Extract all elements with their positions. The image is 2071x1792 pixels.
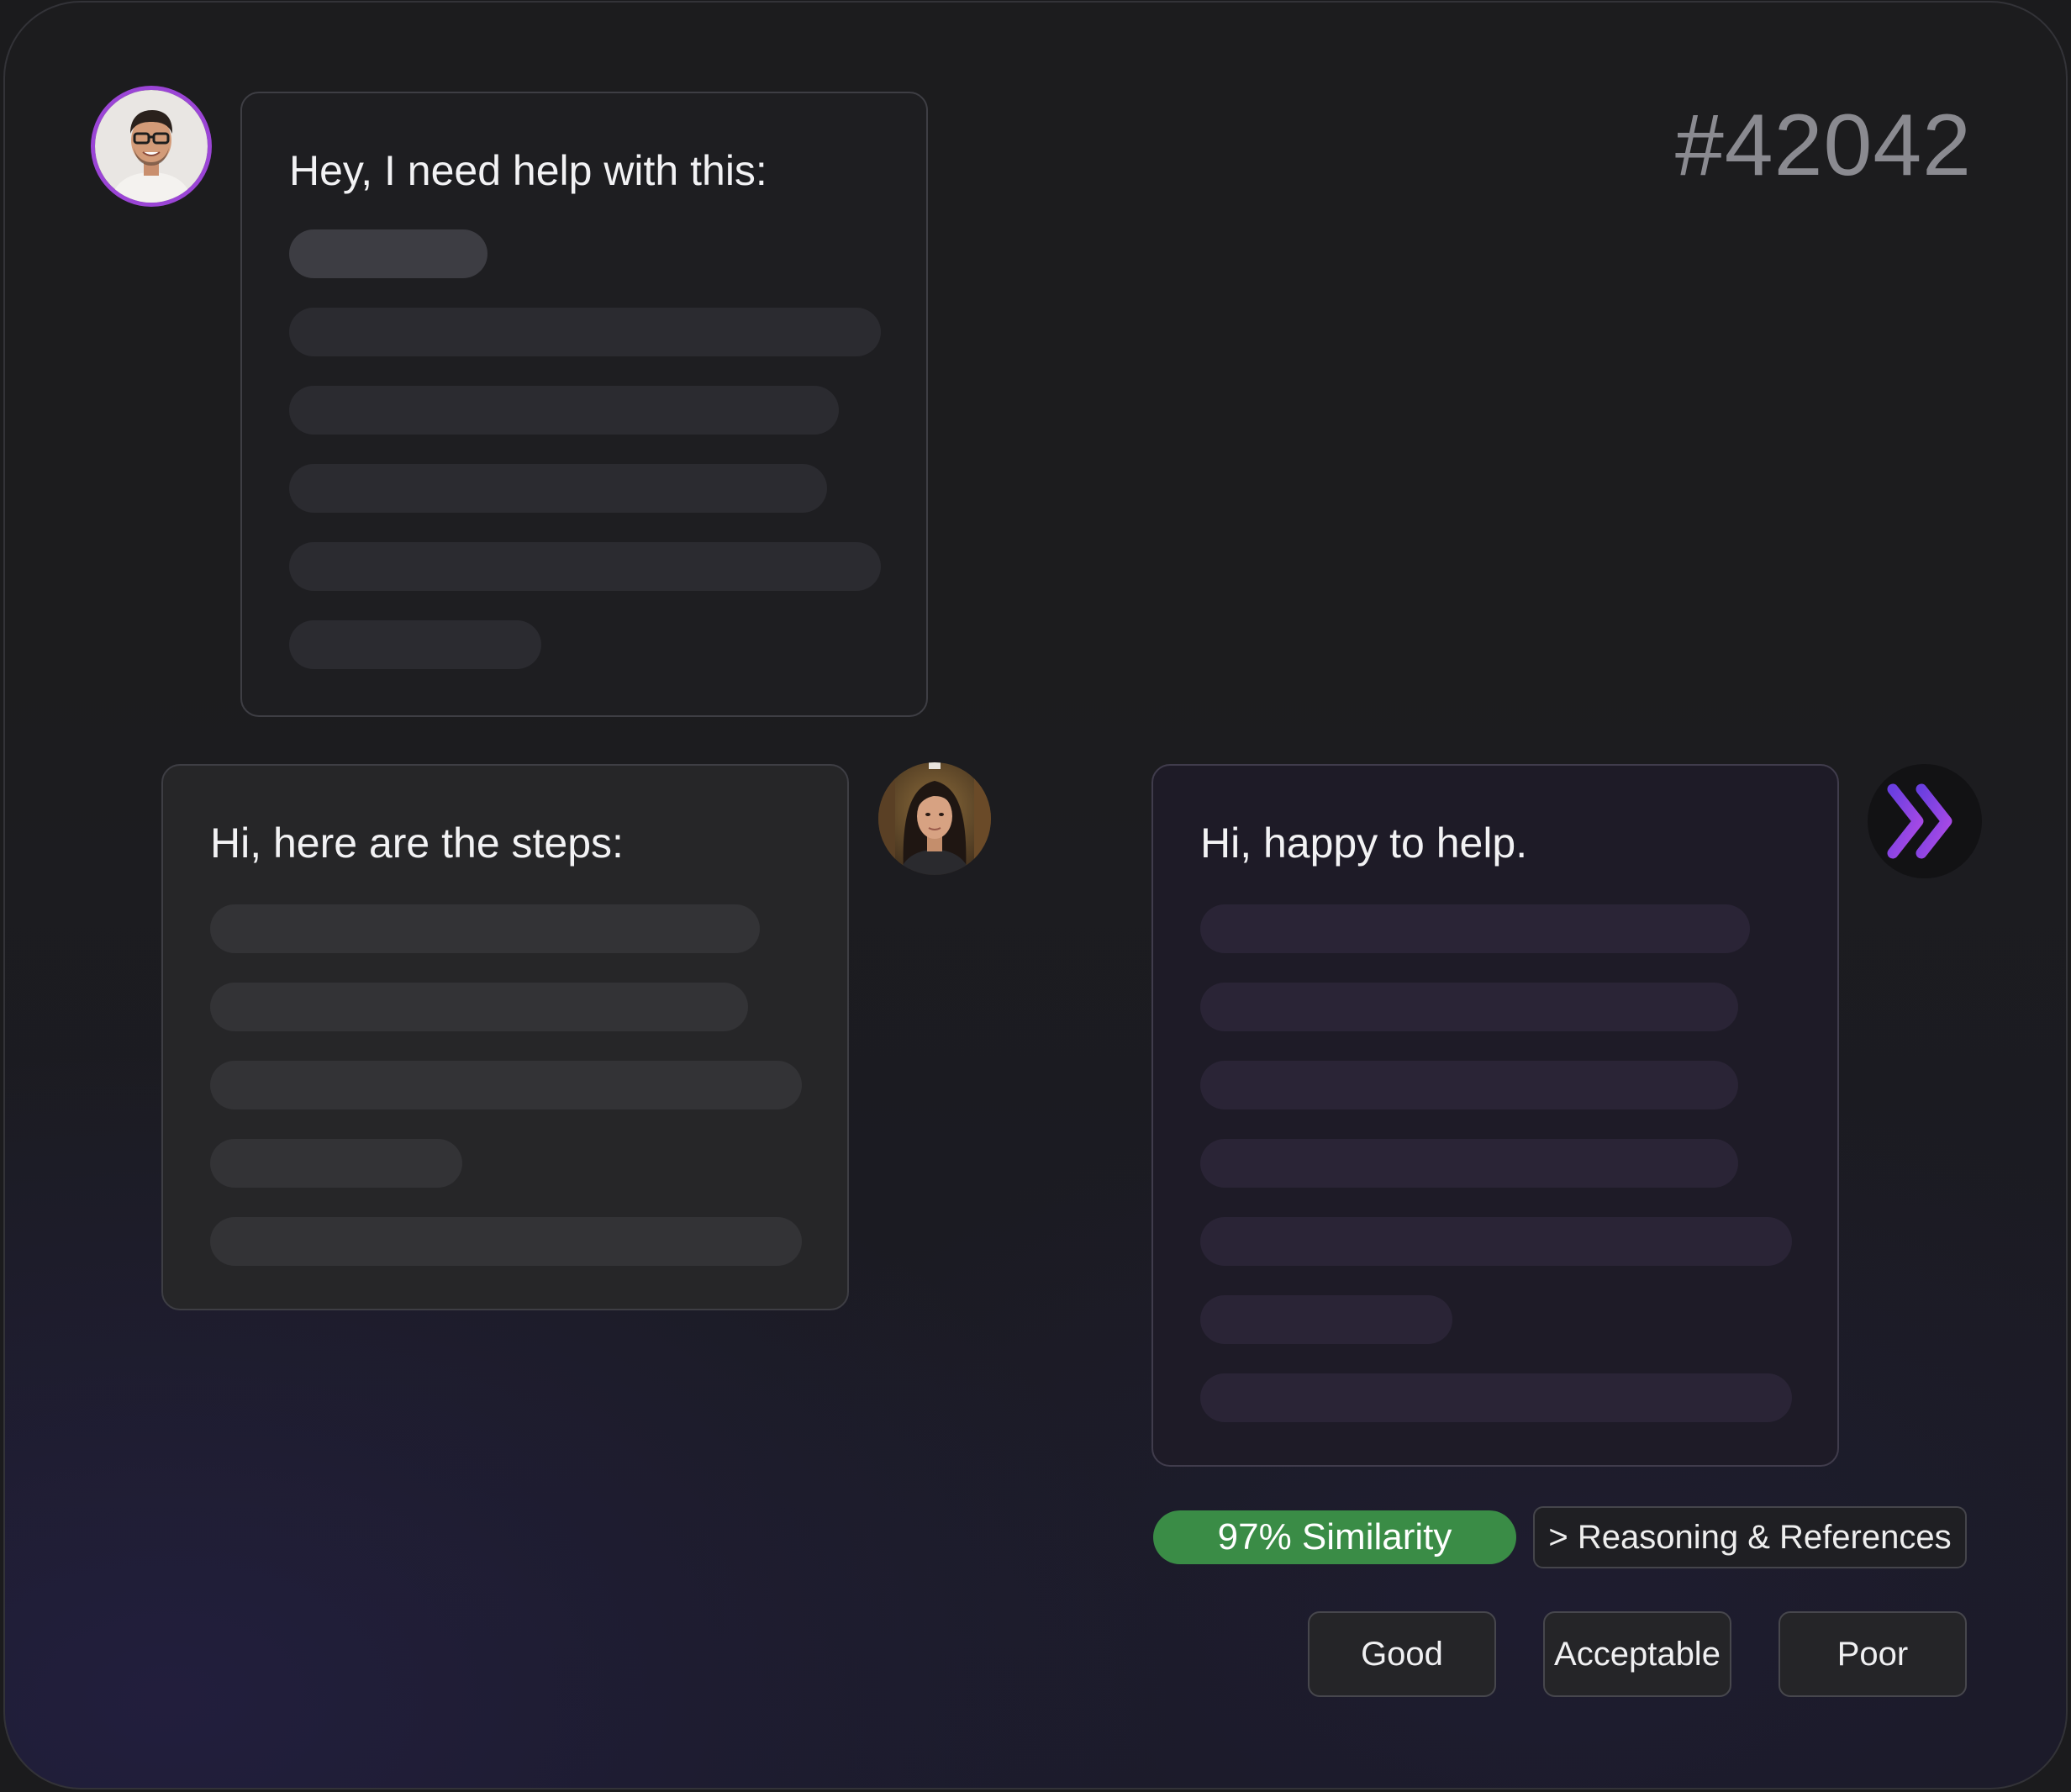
placeholder-line [289, 229, 487, 278]
placeholder-line [289, 620, 541, 669]
rate-poor-button[interactable]: Poor [1779, 1611, 1967, 1697]
placeholder-line [289, 308, 881, 356]
reasoning-references-toggle[interactable]: > Reasoning & References [1533, 1506, 1967, 1568]
placeholder-line [210, 1139, 462, 1188]
placeholder-line [1200, 1295, 1452, 1344]
placeholder-line [1200, 983, 1738, 1031]
user-avatar [95, 90, 208, 203]
placeholder-line [289, 542, 881, 591]
placeholder-line [289, 464, 827, 513]
agent-avatar [878, 762, 991, 875]
rate-acceptable-button[interactable]: Acceptable [1543, 1611, 1731, 1697]
placeholder-line [1200, 1139, 1738, 1188]
ai-message-card: Hi, happy to help. [1151, 764, 1839, 1467]
placeholder-line [210, 904, 760, 953]
double-chevron-right-icon [1887, 783, 1952, 859]
conversation-panel: #42042 Hey, I need help with this: Hi, h… [3, 1, 2068, 1789]
placeholder-line [1200, 1217, 1792, 1266]
placeholder-line [1200, 904, 1750, 953]
agent-message-card: Hi, here are the steps: [161, 764, 849, 1310]
agent-message-title: Hi, here are the steps: [210, 820, 624, 867]
placeholder-line [210, 1061, 802, 1109]
ai-avatar [1868, 764, 1982, 878]
placeholder-line [1200, 1061, 1738, 1109]
placeholder-line [289, 386, 839, 435]
user-message-card: Hey, I need help with this: [240, 92, 928, 717]
similarity-badge: 97% Similarity [1153, 1510, 1516, 1564]
rate-good-button[interactable]: Good [1308, 1611, 1496, 1697]
user-message-title: Hey, I need help with this: [289, 147, 767, 194]
ai-message-title: Hi, happy to help. [1200, 820, 1528, 867]
placeholder-line [210, 983, 748, 1031]
placeholder-line [1200, 1373, 1792, 1422]
ticket-id: #42042 [1674, 97, 1972, 194]
placeholder-line [210, 1217, 802, 1266]
